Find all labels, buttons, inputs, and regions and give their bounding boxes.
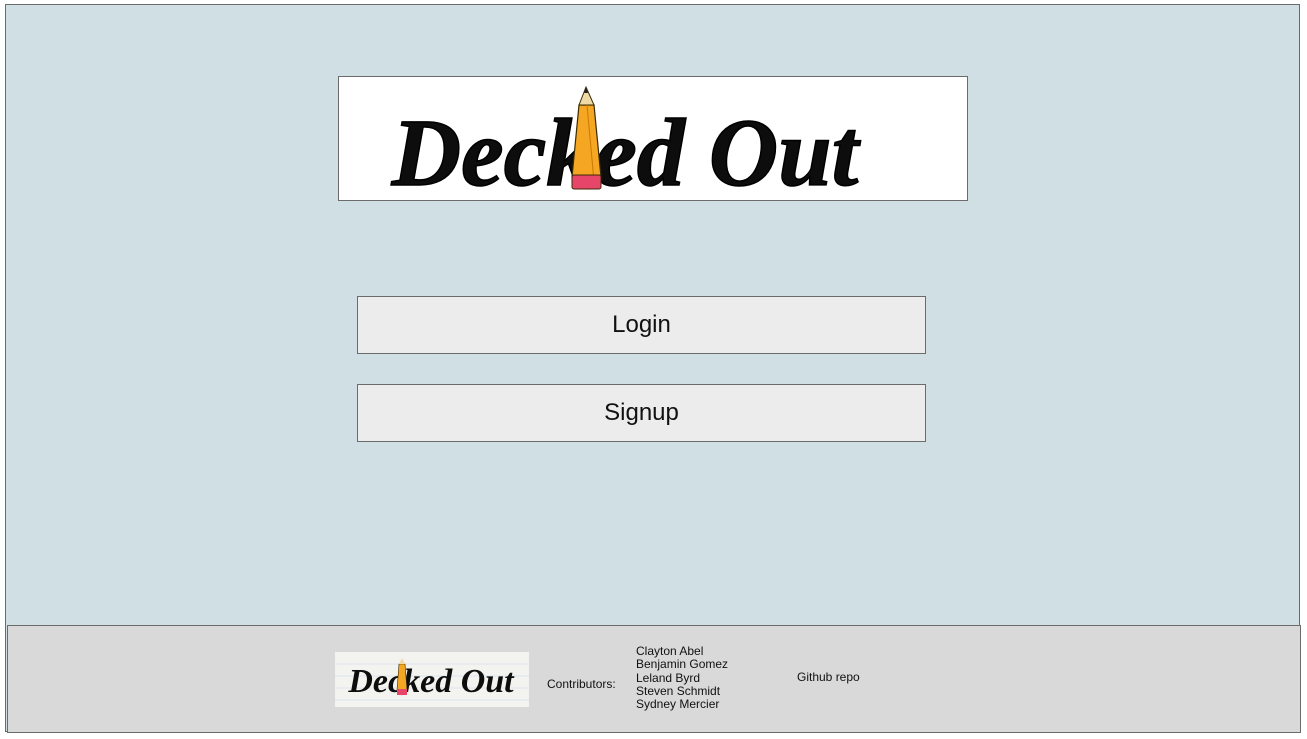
hero-logo-image: Decked Out <box>390 85 862 200</box>
signup-button[interactable]: Signup <box>357 384 926 442</box>
footer-logo: Decked Out <box>335 652 529 707</box>
hero-logo-text: Decked Out <box>391 99 862 200</box>
login-button[interactable]: Login <box>357 296 926 354</box>
footer: Decked Out Contributors: Clayton Abel Be… <box>7 625 1301 733</box>
contributor-name: Sydney Mercier <box>636 697 720 712</box>
contributor-name: Steven Schmidt <box>636 683 721 698</box>
contributors-label: Contributors: <box>547 677 616 691</box>
contributor-name: Clayton Abel <box>636 644 704 658</box>
hero-logo: Decked Out <box>338 76 968 201</box>
github-repo-link[interactable]: Github repo <box>797 670 860 684</box>
contributors-list: Clayton Abel Benjamin Gomez Leland Byrd … <box>636 644 729 712</box>
footer-logo-text: Decked Out <box>347 663 515 700</box>
contributor-name: Benjamin Gomez <box>636 657 729 672</box>
footer-logo-image: Decked Out <box>335 658 529 701</box>
contributor-name: Leland Byrd <box>636 670 701 685</box>
